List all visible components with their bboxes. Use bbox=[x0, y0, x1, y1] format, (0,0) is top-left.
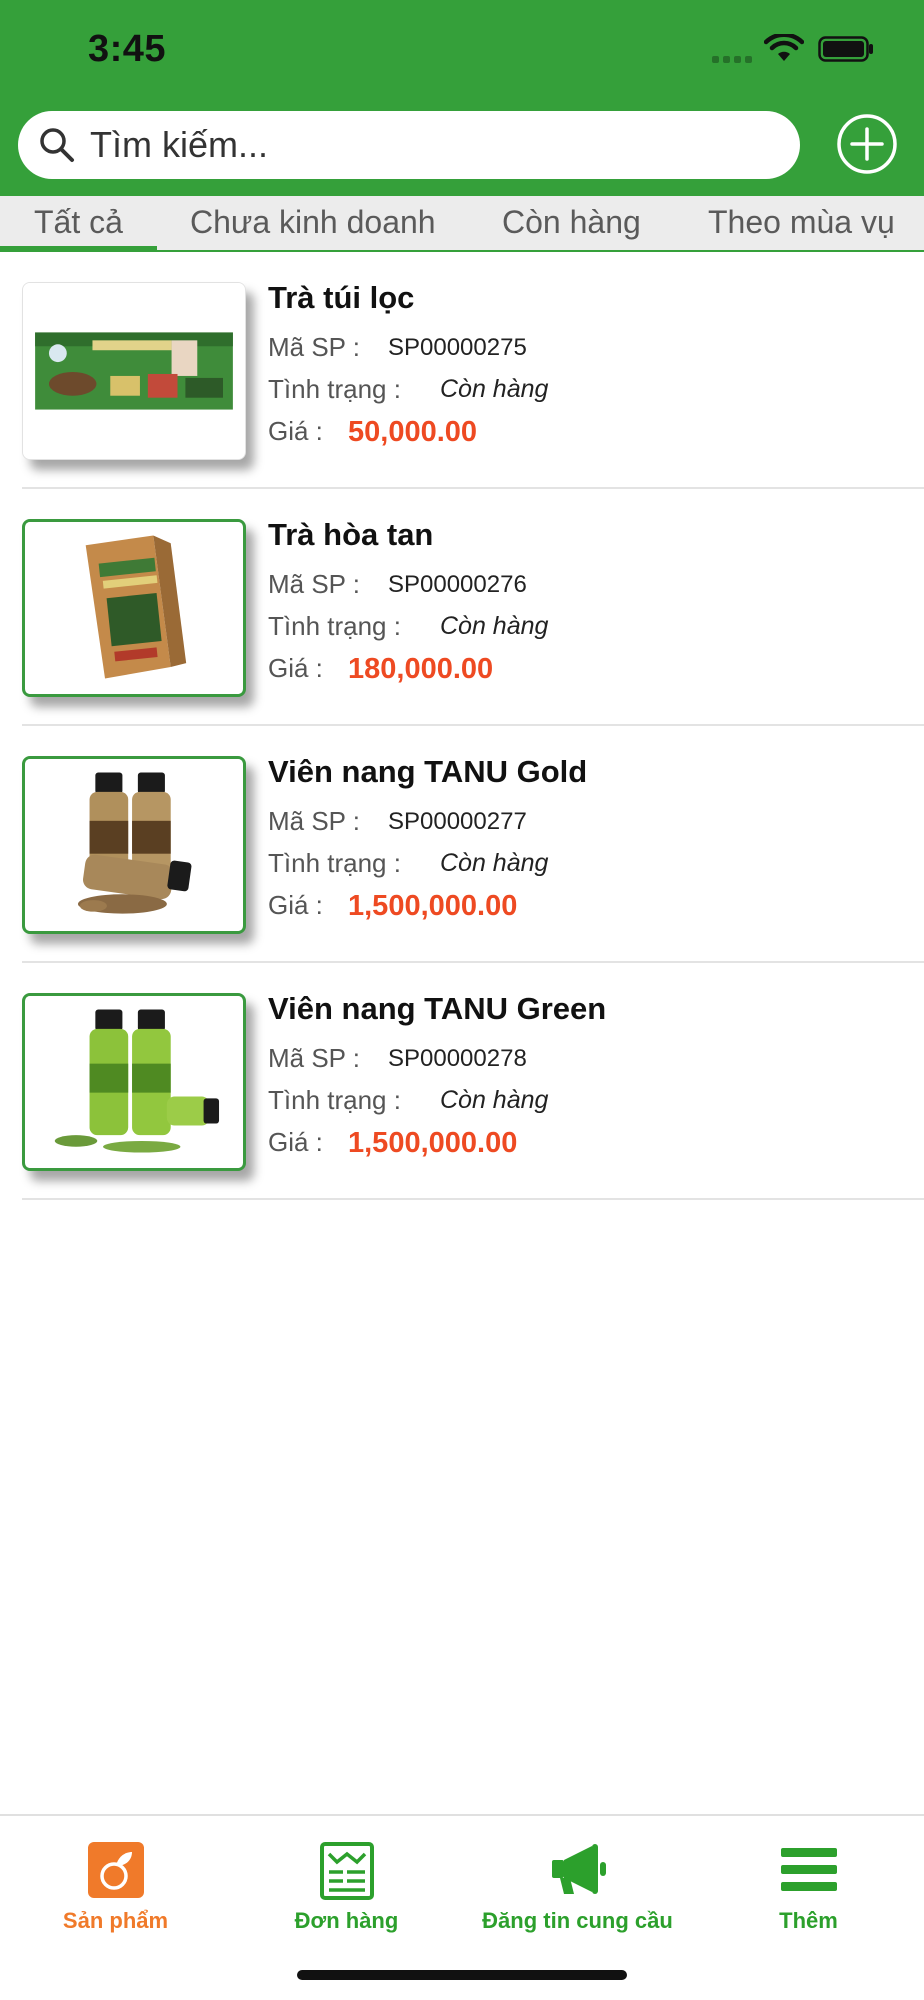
product-name: Viên nang TANU Gold bbox=[268, 754, 588, 789]
product-price-row: Giá : 180,000.00 bbox=[268, 653, 493, 685]
product-status-row: Tình trạng : Còn hàng bbox=[268, 611, 548, 642]
product-image bbox=[22, 756, 246, 934]
list-item[interactable]: Trà hòa tan Mã SP : SP00000276 Tình trạn… bbox=[0, 489, 924, 726]
nav-more-label: Thêm bbox=[779, 1908, 838, 1933]
product-image bbox=[22, 282, 246, 460]
product-leaf-icon bbox=[87, 1842, 144, 1898]
product-code-row: Mã SP : SP00000278 bbox=[268, 1043, 527, 1074]
product-status-row: Tình trạng : Còn hàng bbox=[268, 848, 548, 879]
product-code-label: Mã SP : bbox=[268, 332, 361, 362]
product-status: Còn hàng bbox=[440, 849, 549, 877]
product-status-label: Tình trạng : bbox=[268, 611, 401, 641]
product-price: 1,500,000.00 bbox=[348, 1127, 518, 1159]
add-product-button[interactable] bbox=[836, 113, 898, 175]
product-code-label: Mã SP : bbox=[268, 806, 361, 836]
product-status: Còn hàng bbox=[440, 375, 549, 403]
product-code-row: Mã SP : SP00000277 bbox=[268, 806, 527, 837]
nav-products[interactable]: Sản phẩm bbox=[0, 1826, 231, 1936]
product-price-row: Giá : 1,500,000.00 bbox=[268, 1127, 517, 1159]
product-code: SP00000277 bbox=[388, 808, 527, 835]
product-status-row: Tình trạng : Còn hàng bbox=[268, 374, 548, 405]
product-price: 50,000.00 bbox=[348, 416, 478, 448]
search-icon bbox=[40, 128, 74, 162]
megaphone-icon bbox=[551, 1844, 606, 1894]
product-price-label: Giá : bbox=[268, 890, 323, 920]
product-price-label: Giá : bbox=[268, 416, 323, 446]
product-status: Còn hàng bbox=[440, 1086, 549, 1114]
search-bar[interactable] bbox=[18, 111, 800, 179]
wifi-icon bbox=[764, 34, 804, 61]
tab-in-stock[interactable]: Còn hàng bbox=[502, 196, 641, 250]
list-item[interactable]: Viên nang TANU Gold Mã SP : SP00000277 T… bbox=[0, 726, 924, 963]
product-price-row: Giá : 1,500,000.00 bbox=[268, 890, 517, 922]
product-code: SP00000275 bbox=[388, 334, 527, 361]
product-price-label: Giá : bbox=[268, 1127, 323, 1157]
menu-icon bbox=[780, 1848, 837, 1891]
product-code-row: Mã SP : SP00000276 bbox=[268, 569, 527, 600]
product-code-row: Mã SP : SP00000275 bbox=[268, 332, 527, 363]
order-list-icon bbox=[319, 1842, 374, 1900]
product-name: Trà túi lọc bbox=[268, 280, 415, 315]
home-indicator bbox=[297, 1970, 627, 1980]
tab-seasonal[interactable]: Theo mùa vụ bbox=[708, 196, 895, 250]
cellular-signal-icon bbox=[712, 54, 752, 64]
nav-supply-demand[interactable]: Đăng tin cung cầu bbox=[462, 1826, 693, 1936]
product-price-row: Giá : 50,000.00 bbox=[268, 416, 477, 448]
product-status-label: Tình trạng : bbox=[268, 1085, 401, 1115]
nav-supply-demand-label: Đăng tin cung cầu bbox=[482, 1908, 673, 1933]
product-price: 180,000.00 bbox=[348, 653, 494, 685]
tab-all[interactable]: Tất cả bbox=[34, 196, 123, 250]
status-time: 3:45 bbox=[88, 28, 167, 70]
nav-products-label: Sản phẩm bbox=[62, 1908, 169, 1933]
product-status-row: Tình trạng : Còn hàng bbox=[268, 1085, 548, 1116]
nav-orders-label: Đơn hàng bbox=[294, 1908, 399, 1933]
product-code: SP00000278 bbox=[388, 1045, 527, 1072]
product-code-label: Mã SP : bbox=[268, 1043, 361, 1073]
divider bbox=[22, 1198, 924, 1200]
product-status-label: Tình trạng : bbox=[268, 374, 401, 404]
nav-orders[interactable]: Đơn hàng bbox=[231, 1826, 462, 1936]
product-status-label: Tình trạng : bbox=[268, 848, 401, 878]
product-image bbox=[22, 993, 246, 1171]
list-item[interactable]: Trà túi lọc Mã SP : SP00000275 Tình trạn… bbox=[0, 252, 924, 489]
product-status: Còn hàng bbox=[440, 612, 549, 640]
product-code: SP00000276 bbox=[388, 571, 527, 598]
nav-more[interactable]: Thêm bbox=[693, 1826, 924, 1936]
product-price: 1,500,000.00 bbox=[348, 890, 518, 922]
filter-tabs: Tất cả Chưa kinh doanh Còn hàng Theo mùa… bbox=[0, 196, 924, 252]
tab-not-trading[interactable]: Chưa kinh doanh bbox=[190, 196, 436, 250]
product-image bbox=[22, 519, 246, 697]
battery-icon bbox=[818, 36, 873, 62]
product-name: Trà hòa tan bbox=[268, 517, 434, 552]
product-name: Viên nang TANU Green bbox=[268, 991, 607, 1026]
product-code-label: Mã SP : bbox=[268, 569, 361, 599]
app-header: 3:45 bbox=[0, 0, 924, 196]
search-input[interactable] bbox=[90, 124, 770, 166]
product-price-label: Giá : bbox=[268, 653, 323, 683]
list-item[interactable]: Viên nang TANU Green Mã SP : SP00000278 … bbox=[0, 963, 924, 1200]
